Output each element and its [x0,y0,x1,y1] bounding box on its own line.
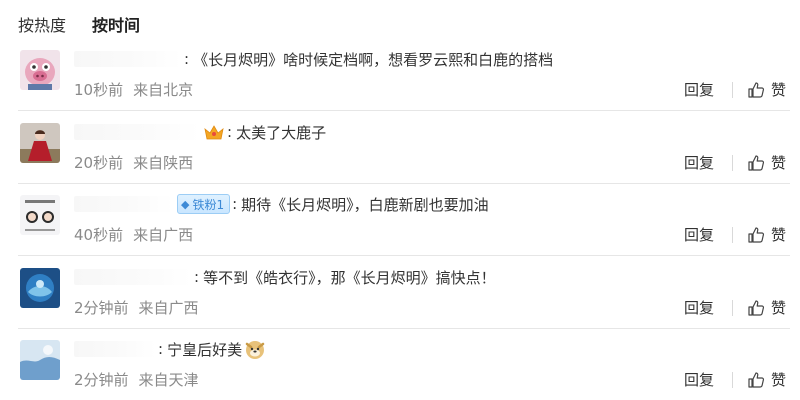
like-button[interactable]: 赞 [747,79,786,100]
comment-text: 太美了大鹿子 [236,123,327,142]
comment-item: : 等不到《皓衣行》，那《长月烬明》搞快点！ 2分钟前 来自广西 回复 赞 [18,256,790,329]
comment-location: 来自天津 [138,371,199,389]
thumbs-up-icon [748,81,765,98]
like-label: 赞 [770,154,786,172]
sort-bar: 按热度 按时间 [18,12,140,36]
reply-button[interactable]: 回复 [684,369,714,390]
username[interactable] [74,196,174,212]
divider [731,226,733,243]
like-label: 赞 [770,299,786,317]
comment-time: 20秒前 [74,154,124,172]
like-button[interactable]: 赞 [747,369,786,390]
avatar[interactable] [20,195,60,235]
avatar[interactable] [20,340,60,380]
colon: : [194,268,200,286]
like-button[interactable]: 赞 [747,224,786,245]
fan-badge-label: 铁粉1 [192,197,225,212]
like-button[interactable]: 赞 [747,152,786,173]
comment-time: 10秒前 [74,81,124,99]
like-label: 赞 [770,226,786,244]
like-label: 赞 [770,371,786,389]
comment-text: 《长月烬明》啥时候定档啊，想看罗云熙和白鹿的搭档 [193,50,554,69]
thumbs-up-icon [748,226,765,243]
colon: : [232,195,238,213]
like-label: 赞 [770,81,786,99]
divider [731,154,733,171]
diamond-icon: ◆ [181,197,190,211]
reply-button[interactable]: 回复 [684,224,714,245]
doge-emoji-icon [245,341,265,359]
comment-item: ◆ 铁粉1 : 期待《长月烬明》，白鹿新剧也要加油 40秒前 来自广西 回复 赞 [18,183,790,256]
comment-text: 等不到《皓衣行》，那《长月烬明》搞快点！ [203,268,496,287]
comment-location: 来自广西 [133,226,194,244]
comment-item: : 《长月烬明》啥时候定档啊，想看罗云熙和白鹿的搭档 10秒前 来自北京 回复 赞 [18,38,790,111]
comment-location: 来自陕西 [133,154,194,172]
comment-location: 来自北京 [133,81,194,99]
username[interactable] [74,51,182,67]
like-button[interactable]: 赞 [747,297,786,318]
comment-time: 2分钟前 [74,299,129,317]
comment-item: : 宁皇后好美 2分钟前 来自天津 回复 赞 [18,328,790,400]
reply-button[interactable]: 回复 [684,297,714,318]
reply-button[interactable]: 回复 [684,152,714,173]
divider [731,371,733,388]
avatar[interactable] [20,123,60,163]
thumbs-up-icon [748,371,765,388]
thumbs-up-icon [748,299,765,316]
colon: : [184,50,190,68]
comment-text: 期待《长月烬明》，白鹿新剧也要加油 [241,195,489,214]
comment-item: : 太美了大鹿子 20秒前 来自陕西 回复 赞 [18,111,790,184]
comment-location: 来自广西 [138,299,199,317]
comment-time: 40秒前 [74,226,124,244]
username[interactable] [74,269,192,285]
comment-time: 2分钟前 [74,371,129,389]
sort-by-popularity-tab[interactable]: 按热度 [18,12,66,36]
reply-button[interactable]: 回复 [684,79,714,100]
thumbs-up-icon [748,154,765,171]
divider [731,299,733,316]
username[interactable] [74,341,156,357]
fan-badge: ◆ 铁粉1 [177,194,231,214]
comment-text: 宁皇后好美 [167,340,243,359]
divider [731,81,733,98]
avatar[interactable] [20,50,60,90]
avatar[interactable] [20,268,60,308]
username[interactable] [74,124,200,140]
sort-by-time-tab[interactable]: 按时间 [92,12,140,36]
crown-badge-icon [204,125,224,140]
colon: : [227,123,233,141]
colon: : [158,340,164,358]
